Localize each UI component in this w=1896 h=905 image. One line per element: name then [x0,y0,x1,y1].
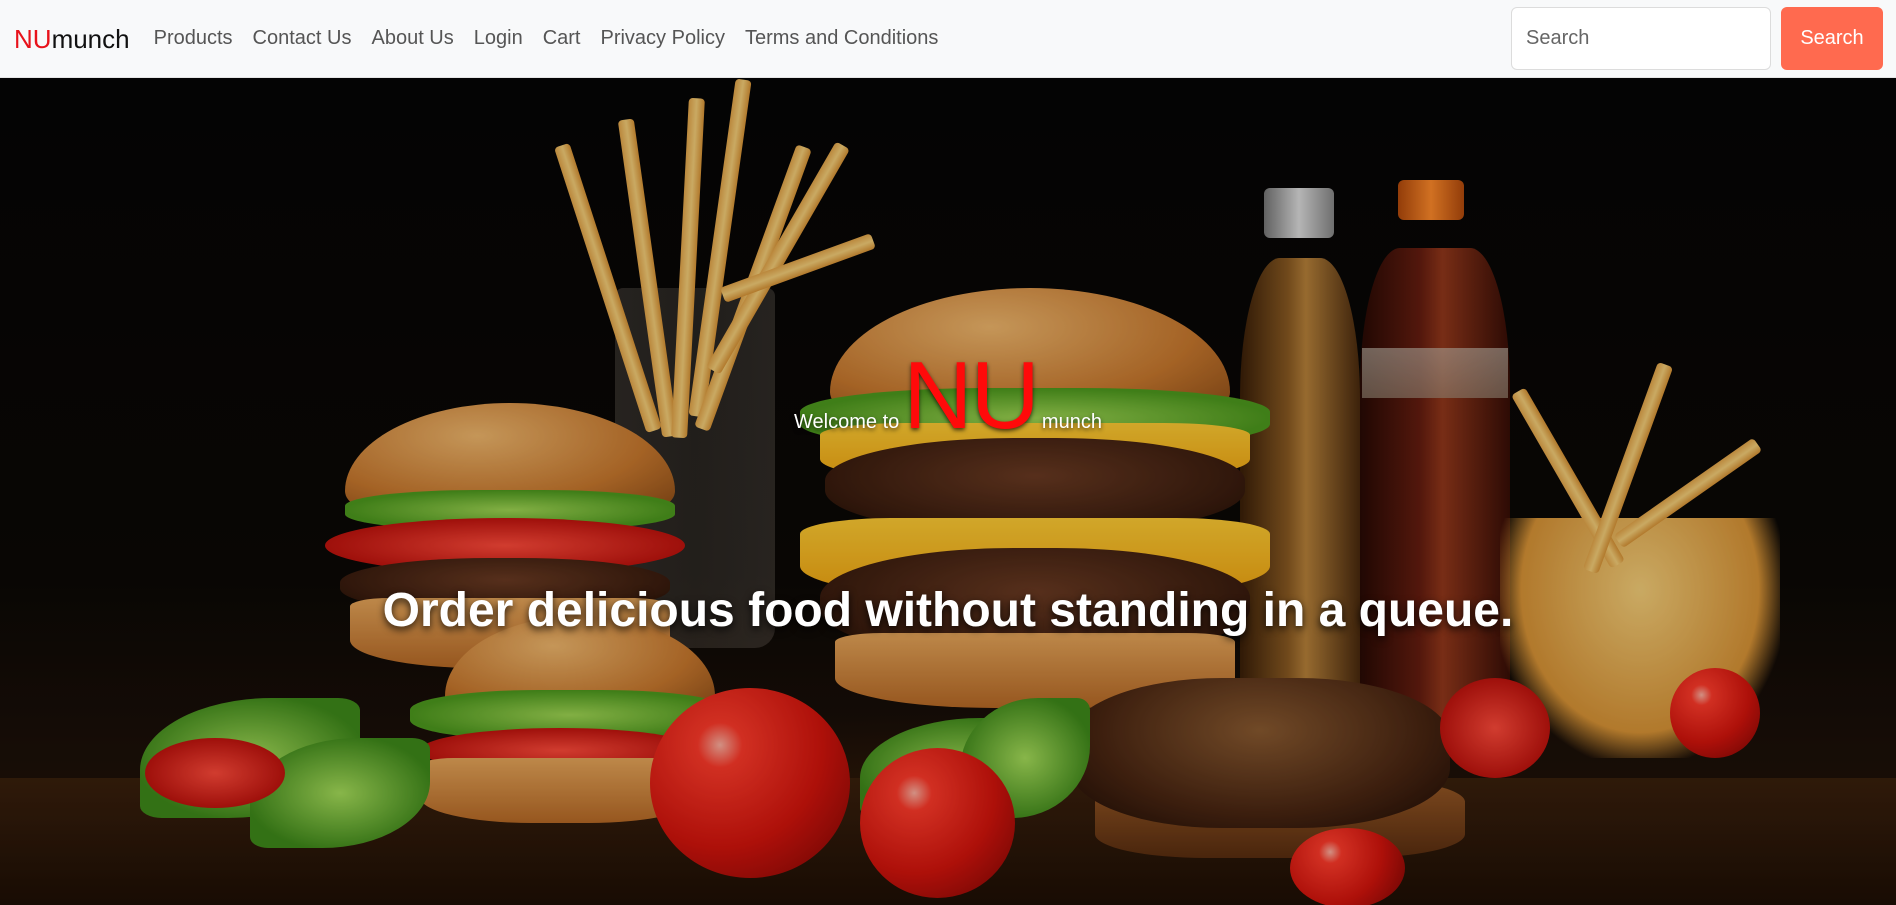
welcome-suffix: munch [1041,411,1102,433]
search-button[interactable]: Search [1781,7,1883,70]
nav-link-terms-and-conditions[interactable]: Terms and Conditions [735,27,948,50]
hero-tagline: Order delicious food without standing in… [382,584,1514,637]
search-form: Search [1511,7,1883,70]
nav-link-contact-us[interactable]: Contact Us [243,27,362,50]
nav-link-cart[interactable]: Cart [533,27,591,50]
welcome-nu-logo: NU [903,342,1040,449]
nav-link-about-us[interactable]: About Us [361,27,463,50]
nav-link-login[interactable]: Login [464,27,533,50]
hero-banner: Welcome to NU munch Order delicious food… [0,78,1896,905]
nav-link-products[interactable]: Products [144,27,243,50]
brand-prefix: NU [14,23,52,54]
welcome-prefix: Welcome to [794,411,900,433]
search-input[interactable] [1511,7,1771,70]
nav-link-privacy-policy[interactable]: Privacy Policy [590,27,734,50]
hero-overlay [0,78,1896,905]
navbar: NUmunch Products Contact Us About Us Log… [0,0,1896,78]
nav-links: Products Contact Us About Us Login Cart … [144,27,949,50]
welcome-heading: Welcome to NU munch [0,348,1896,444]
brand-logo-link[interactable]: NUmunch [14,26,130,52]
brand-suffix: munch [51,23,130,54]
